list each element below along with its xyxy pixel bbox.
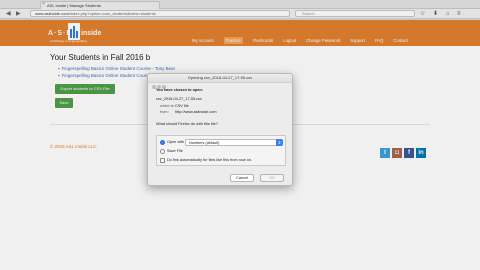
auto-action-checkbox[interactable] [160,158,165,163]
which-is-value: CSV file [175,104,189,108]
chevron-updown-icon: ⇕ [276,139,283,146]
file-source-row: from: http://www.aslinside.com [160,110,217,114]
which-is-label: which is: [160,104,175,108]
dialog-question: What should Firefox do with this file? [156,122,218,126]
dialog-titlebar: Opening csv_2016-04-27_17-55.csv [148,74,292,89]
open-with-select[interactable]: Numbers (default) ⇕ [185,139,283,146]
save-file-radio[interactable] [160,149,165,154]
from-value: http://www.aslinside.com [175,110,217,114]
open-with-app: Numbers (default) [189,141,220,145]
from-label: from: [160,110,169,114]
dialog-title: Opening csv_2016-04-27_17-55.csv [187,75,253,80]
open-with-label: Open with [167,140,185,144]
dialog-intro: You have chosen to open: [156,88,203,92]
open-with-radio[interactable] [160,140,165,145]
dialog-filename: csv_2016-04-27_17-55.csv [156,97,202,101]
download-dialog: Opening csv_2016-04-27_17-55.csv You hav… [147,73,293,186]
auto-action-label: Do this automatically for files like thi… [167,158,253,162]
file-action-options: Open with Numbers (default) ⇕ Save File … [156,135,286,166]
cancel-button[interactable]: Cancel [230,174,254,182]
ok-button[interactable]: OK [260,174,284,182]
save-file-label: Save File [167,149,183,153]
file-type-row: which is:CSV file [160,104,189,108]
